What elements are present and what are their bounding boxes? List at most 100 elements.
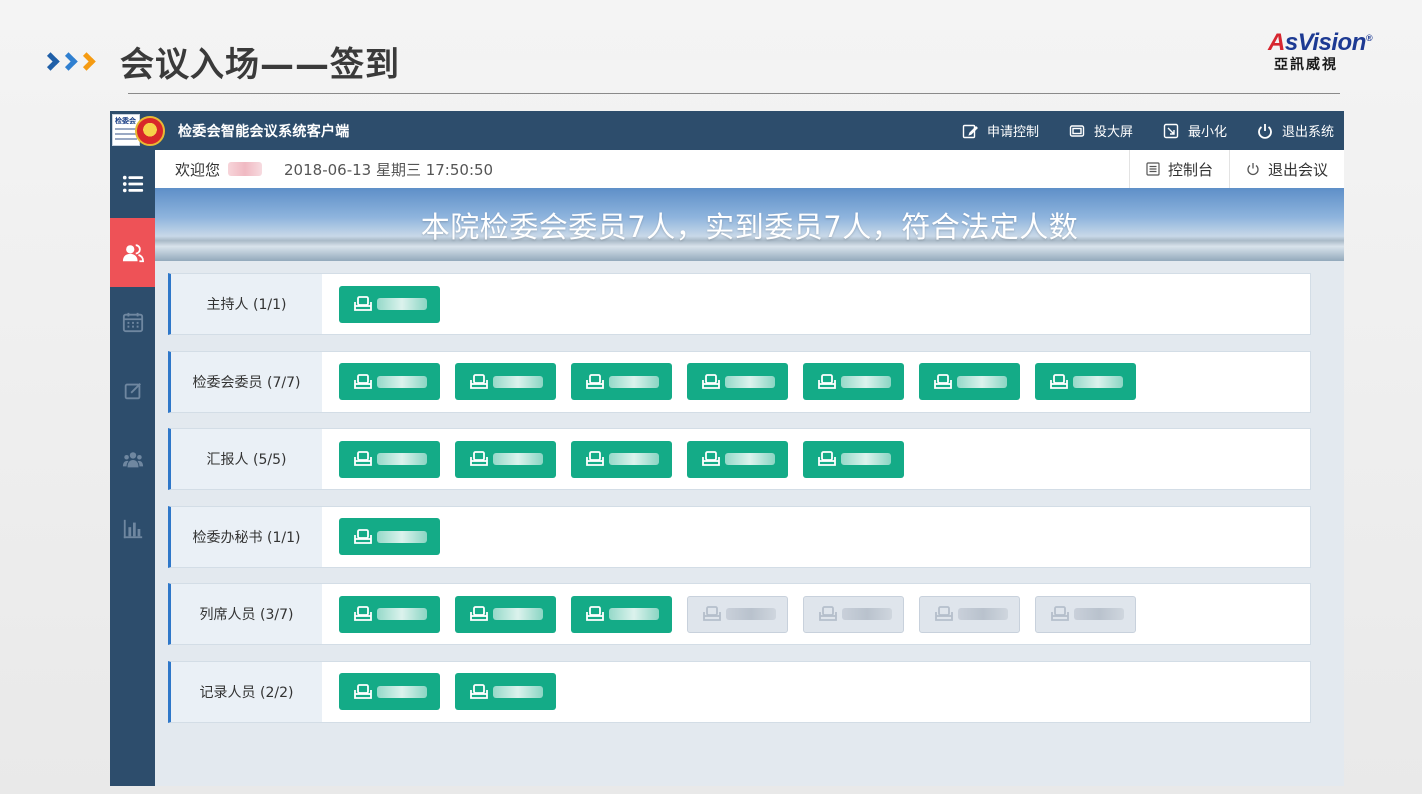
current-datetime: 2018-06-13 星期三 17:50:50 (284, 160, 494, 179)
cast-screen-label: 投大屏 (1093, 125, 1133, 140)
seat-icon (818, 373, 836, 389)
seat-present[interactable] (919, 363, 1020, 400)
sidebar-item-schedule[interactable] (110, 287, 155, 356)
seat-list (322, 352, 1151, 412)
attendance-row: 汇报人 (5/5) (168, 428, 1311, 490)
seat-icon (354, 296, 372, 311)
seat-present[interactable] (455, 673, 556, 710)
seat-list (322, 429, 919, 489)
row-role-label: 记录人员 (2/2) (171, 661, 322, 722)
seat-icon (1051, 606, 1069, 621)
seat-present[interactable] (339, 673, 440, 710)
attendee-name (609, 453, 659, 465)
attendee-name (377, 530, 427, 543)
seat-present[interactable] (687, 363, 788, 400)
seat-icon (935, 606, 953, 621)
seat-icon (354, 451, 372, 466)
seat-present[interactable] (339, 440, 440, 478)
attendee-name (842, 608, 892, 620)
seat-present[interactable] (455, 363, 556, 400)
seat-present[interactable] (803, 363, 904, 400)
seat-present[interactable] (687, 440, 788, 478)
exit-system-button[interactable]: 退出系统 (1257, 121, 1334, 140)
row-role-label: 列席人员 (3/7) (171, 584, 322, 644)
seat-icon (470, 451, 488, 466)
attendee-name (377, 375, 427, 388)
seat-present[interactable] (339, 363, 440, 400)
exit-system-label: 退出系统 (1281, 125, 1334, 140)
attendance-list: 主持人 (1/1) 检委会委员 (7/7) 汇报人 (5/5) 检委办秘书 (1… (168, 273, 1311, 738)
sidebar-item-sign-in[interactable] (110, 218, 155, 287)
attendee-name (726, 608, 776, 620)
seat-present[interactable] (339, 595, 440, 633)
brand-chinese: 亞訊威視 (1274, 57, 1338, 73)
seat-icon (470, 373, 488, 389)
asvision-logo: AsVision® 亞訊威視 (1222, 24, 1372, 73)
procuratorate-emblem-icon (135, 116, 165, 146)
seat-absent[interactable] (919, 595, 1020, 633)
users-icon (122, 243, 144, 262)
seat-present[interactable] (571, 440, 672, 478)
attendee-name (609, 375, 659, 388)
seat-icon (354, 606, 372, 621)
attendee-name (377, 685, 427, 698)
status-bar: 欢迎您 2018-06-13 星期三 17:50:50 控制台 退出会议 (155, 150, 1344, 188)
sidebar-item-statistics[interactable] (110, 494, 155, 563)
seat-present[interactable] (339, 518, 440, 555)
seat-icon (1050, 373, 1068, 389)
sidebar-item-menu[interactable] (110, 150, 155, 218)
group-icon (122, 451, 143, 467)
attendance-row: 列席人员 (3/7) (168, 583, 1311, 645)
chevron-arrows-icon (41, 51, 98, 71)
seat-icon (586, 606, 604, 621)
sidebar (110, 150, 155, 786)
seat-list (322, 274, 455, 334)
seat-present[interactable] (339, 285, 440, 323)
attendance-row: 检委会委员 (7/7) (168, 350, 1311, 413)
attendee-name (493, 375, 543, 388)
seat-absent[interactable] (687, 595, 788, 633)
request-control-label: 申请控制 (986, 125, 1039, 140)
menu-list-icon (122, 175, 143, 193)
console-button[interactable]: 控制台 (1128, 150, 1229, 188)
cast-screen-button[interactable]: 投大屏 (1069, 121, 1133, 140)
row-role-label: 检委办秘书 (1/1) (171, 506, 322, 567)
brand-english: AsVision® (1222, 24, 1372, 57)
window-actions: 申请控制 投大屏 最小化 退出系统 (932, 111, 1344, 150)
user-name (228, 162, 263, 176)
seat-present[interactable] (571, 595, 672, 633)
seat-present[interactable] (803, 440, 904, 478)
attendee-name (725, 375, 775, 388)
seat-present[interactable] (455, 595, 556, 633)
power-icon (1258, 123, 1272, 139)
seat-absent[interactable] (803, 595, 904, 633)
seat-present[interactable] (1035, 363, 1136, 400)
quorum-status-text: 本院检委会委员7人，实到委员7人，符合法定人数 (420, 209, 1079, 244)
attendance-row: 记录人员 (2/2) (168, 660, 1311, 723)
sidebar-item-notes[interactable] (110, 356, 155, 425)
registered-mark: ® (1365, 33, 1373, 43)
attendee-name (609, 608, 659, 620)
quorum-banner: 本院检委会委员7人，实到委员7人，符合法定人数 (155, 188, 1344, 261)
seat-icon (586, 451, 604, 466)
seat-present[interactable] (571, 363, 672, 400)
console-icon (1146, 162, 1160, 176)
slide-divider (128, 93, 1340, 94)
request-control-button[interactable]: 申请控制 (962, 121, 1039, 140)
slide-header: 会议入场——签到 (41, 36, 400, 86)
seat-present[interactable] (455, 440, 556, 478)
minimize-button[interactable]: 最小化 (1163, 121, 1227, 140)
seat-icon (702, 451, 720, 466)
seat-icon (586, 373, 604, 389)
attendee-name (493, 608, 543, 620)
logo-text: 检委会 (115, 117, 136, 125)
console-label: 控制台 (1167, 160, 1213, 179)
leave-meeting-button[interactable]: 退出会议 (1228, 150, 1344, 188)
calendar-icon (122, 312, 143, 332)
attendee-name (377, 453, 427, 465)
attendee-name (377, 298, 427, 310)
attendance-row: 检委办秘书 (1/1) (168, 505, 1311, 568)
row-role-label: 汇报人 (5/5) (171, 429, 322, 489)
seat-absent[interactable] (1035, 595, 1136, 633)
sidebar-item-members[interactable] (110, 425, 155, 494)
